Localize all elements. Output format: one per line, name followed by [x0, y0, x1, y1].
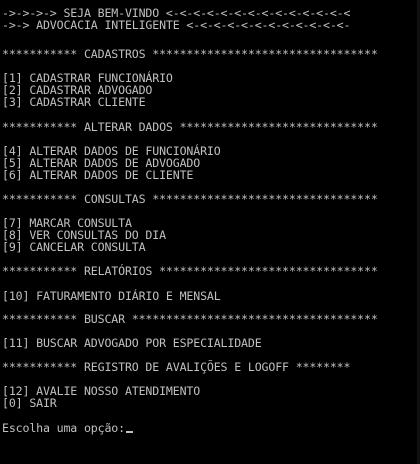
- menu-option-6: [6] ALTERAR DADOS DE CLIENTE: [2, 168, 194, 182]
- input-prompt[interactable]: Escolha uma opção:: [2, 422, 133, 434]
- console-window[interactable]: ->->->-> SEJA BEM-VINDO <-<-<-<-<-<-<-<-…: [0, 0, 420, 464]
- text-cursor: [125, 431, 133, 433]
- menu-option-9: [9] CANCELAR CONSULTA: [2, 240, 146, 254]
- section-heading-consultas: *********** CONSULTAS ******************…: [2, 192, 378, 206]
- menu-option-0: [0] SAIR: [2, 396, 57, 410]
- section-heading-registro-logoff: *********** REGISTRO DE AVALIÇÕES E LOGO…: [2, 360, 351, 374]
- menu-option-3: [3] CADASTRAR CLIENTE: [2, 95, 146, 109]
- section-heading-alterar-dados: *********** ALTERAR DADOS **************…: [2, 120, 378, 134]
- prompt-label: Escolha uma opção:: [2, 421, 125, 435]
- section-heading-buscar: *********** BUSCAR *********************…: [2, 312, 378, 326]
- header-line-2: ->-> ADVOCACIA INTELIGENTE <-<-<-<-<-<-<…: [2, 18, 351, 32]
- menu-option-10: [10] FATURAMENTO DIÁRIO E MENSAL: [2, 289, 221, 303]
- section-heading-cadastros: *********** CADASTROS ******************…: [2, 47, 378, 61]
- section-heading-relatorios: *********** RELATÓRIOS *****************…: [2, 264, 378, 278]
- menu-option-11: [11] BUSCAR ADVOGADO POR ESPECIALIDADE: [2, 336, 262, 350]
